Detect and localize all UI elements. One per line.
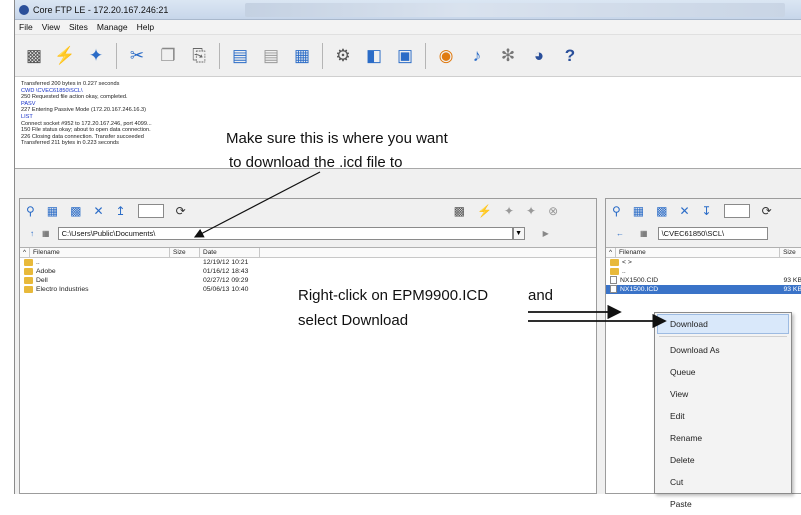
annotation-arrows — [193, 171, 667, 329]
arrow-to-path — [193, 171, 321, 238]
menu-item-paste[interactable]: Paste — [655, 493, 791, 515]
